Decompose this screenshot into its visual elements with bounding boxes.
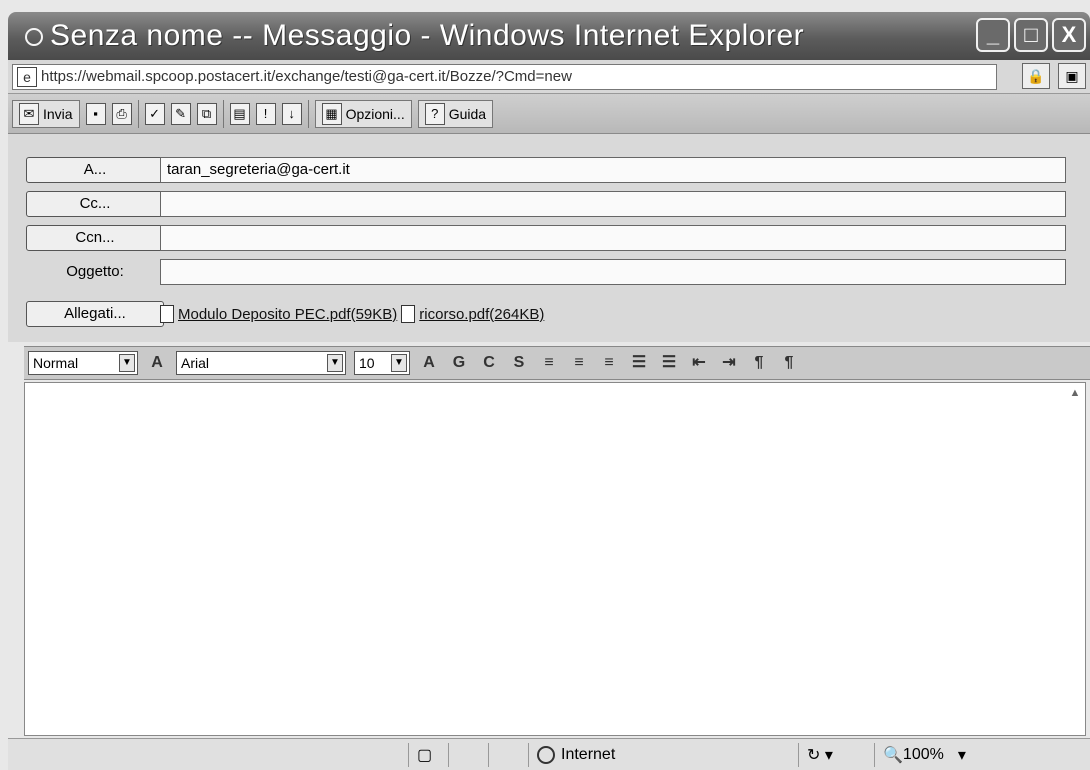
send-label: Invia <box>43 105 73 122</box>
window-controls: _ □ X <box>976 18 1086 52</box>
align-left-icon[interactable]: ≡ <box>538 351 560 375</box>
options-button[interactable]: ▦ Opzioni... <box>314 99 412 128</box>
send-icon: ✉ <box>19 102 39 125</box>
attachment-link[interactable]: ricorso.pdf(264KB) <box>419 306 544 323</box>
close-button[interactable]: X <box>1052 18 1086 52</box>
compose-toolbar: ✉ Invia ▪ ⎙ ✓ ✎ ⧉ ▤ ! ↓ ▦ Opzioni... ? G… <box>8 94 1090 134</box>
font-color-icon[interactable]: A <box>146 351 168 375</box>
attachments-row: Allegati... <box>26 300 164 328</box>
font-value: Arial <box>181 355 210 371</box>
subject-field[interactable] <box>160 259 1066 285</box>
scroll-up-icon[interactable]: ▲ <box>1067 387 1083 405</box>
chevron-down-icon: ▼ <box>327 354 343 372</box>
decrease-indent-icon[interactable]: ⇤ <box>688 351 710 375</box>
page-icon: e <box>17 66 37 87</box>
text-color-icon[interactable]: A <box>418 351 440 375</box>
options-label: Opzioni... <box>345 105 405 122</box>
format-toolbar: Normal ▼ A Arial ▼ 10 ▼ A G C S ≡ ≡ ≡ ☰ … <box>24 346 1090 380</box>
attachment-list: Modulo Deposito PEC.pdf(59KB) ricorso.pd… <box>160 301 544 327</box>
numbered-list-icon[interactable]: ☰ <box>658 351 680 375</box>
minimize-button[interactable]: _ <box>976 18 1010 52</box>
spelling-icon[interactable]: ✎ <box>170 102 191 125</box>
message-body-editor[interactable]: ▲ <box>24 382 1086 736</box>
help-icon: ? <box>424 102 445 125</box>
status-cell <box>488 742 528 767</box>
message-header-form: A... taran_segreteria@ga-cert.it Cc... C… <box>8 134 1090 342</box>
bcc-field[interactable] <box>160 225 1066 251</box>
window-title: Senza nome -- Messaggio - Windows Intern… <box>50 19 805 52</box>
to-row: A... <box>26 156 164 184</box>
maximize-button[interactable]: □ <box>1014 18 1048 52</box>
font-select[interactable]: Arial ▼ <box>176 351 346 375</box>
underline-icon[interactable]: S <box>508 351 530 375</box>
align-center-icon[interactable]: ≡ <box>568 351 590 375</box>
page-report-icon[interactable]: ▣ <box>1058 63 1086 89</box>
address-book-icon[interactable]: ▤ <box>229 102 250 125</box>
options-icon: ▦ <box>321 102 342 125</box>
chevron-down-icon: ▼ <box>119 354 135 372</box>
save-icon[interactable]: ▪ <box>85 102 106 125</box>
protected-mode-button[interactable]: ↻ ▾ <box>798 742 874 767</box>
url-field[interactable]: e https://webmail.spcoop.postacert.it/ex… <box>12 63 997 90</box>
zoom-control[interactable]: 🔍 100% ▾ <box>874 742 994 767</box>
bullet-list-icon[interactable]: ☰ <box>628 351 650 375</box>
chevron-down-icon: ▾ <box>957 746 966 764</box>
status-bar: ▢ Internet ↻ ▾ 🔍 100% ▾ <box>8 738 1090 770</box>
low-importance-icon[interactable]: ↓ <box>281 102 302 125</box>
paragraph-style-select[interactable]: Normal ▼ <box>28 351 138 375</box>
cc-button[interactable]: Cc... <box>26 191 164 217</box>
paragraph-style-value: Normal <box>33 355 79 371</box>
security-lock-icon[interactable]: 🔒 <box>1022 63 1050 89</box>
ltr-icon[interactable]: ¶ <box>748 351 770 375</box>
zoom-level: 100% <box>902 745 944 763</box>
font-size-value: 10 <box>359 355 375 371</box>
security-zone: Internet <box>528 742 798 767</box>
bold-icon[interactable]: G <box>448 351 470 375</box>
high-importance-icon[interactable]: ! <box>255 102 276 125</box>
status-text <box>8 743 408 767</box>
browser-window: Senza nome -- Messaggio - Windows Intern… <box>0 0 1090 770</box>
file-icon <box>401 305 416 323</box>
subject-label: Oggetto: <box>66 263 124 280</box>
attachment-link[interactable]: Modulo Deposito PEC.pdf(59KB) <box>178 306 397 323</box>
attach-icon[interactable]: ⧉ <box>196 102 217 125</box>
ie-logo-icon <box>22 25 44 47</box>
rtl-icon[interactable]: ¶ <box>778 351 800 375</box>
help-label: Guida <box>448 105 487 122</box>
to-field[interactable]: taran_segreteria@ga-cert.it <box>160 157 1066 183</box>
cc-field[interactable] <box>160 191 1066 217</box>
to-button[interactable]: A... <box>26 157 164 183</box>
font-size-select[interactable]: 10 ▼ <box>354 351 410 375</box>
toolbar-separator <box>222 99 224 128</box>
toolbar-separator <box>137 99 139 128</box>
align-right-icon[interactable]: ≡ <box>598 351 620 375</box>
bcc-row: Ccn... <box>26 224 164 252</box>
cc-row: Cc... <box>26 190 164 218</box>
increase-indent-icon[interactable]: ⇥ <box>718 351 740 375</box>
url-text: https://webmail.spcoop.postacert.it/exch… <box>41 68 572 85</box>
status-cell <box>448 742 488 767</box>
file-icon <box>160 305 174 323</box>
address-actions: 🔒 ▣ <box>1022 63 1086 89</box>
bcc-button[interactable]: Ccn... <box>26 225 164 251</box>
address-bar: e https://webmail.spcoop.postacert.it/ex… <box>8 60 1090 94</box>
status-page-icon: ▢ <box>408 742 448 767</box>
print-icon[interactable]: ⎙ <box>111 102 132 125</box>
security-zone-label: Internet <box>561 745 616 763</box>
italic-icon[interactable]: C <box>478 351 500 375</box>
subject-row: Oggetto: <box>26 258 164 286</box>
zoom-icon: 🔍 <box>883 746 903 764</box>
check-names-icon[interactable]: ✓ <box>144 102 165 125</box>
globe-icon <box>537 745 555 764</box>
title-bar: Senza nome -- Messaggio - Windows Intern… <box>8 12 1090 60</box>
chevron-down-icon: ▼ <box>391 354 407 372</box>
attachments-button[interactable]: Allegati... <box>26 301 164 327</box>
send-button[interactable]: ✉ Invia <box>12 99 80 128</box>
help-button[interactable]: ? Guida <box>417 99 494 128</box>
toolbar-separator <box>307 99 309 128</box>
